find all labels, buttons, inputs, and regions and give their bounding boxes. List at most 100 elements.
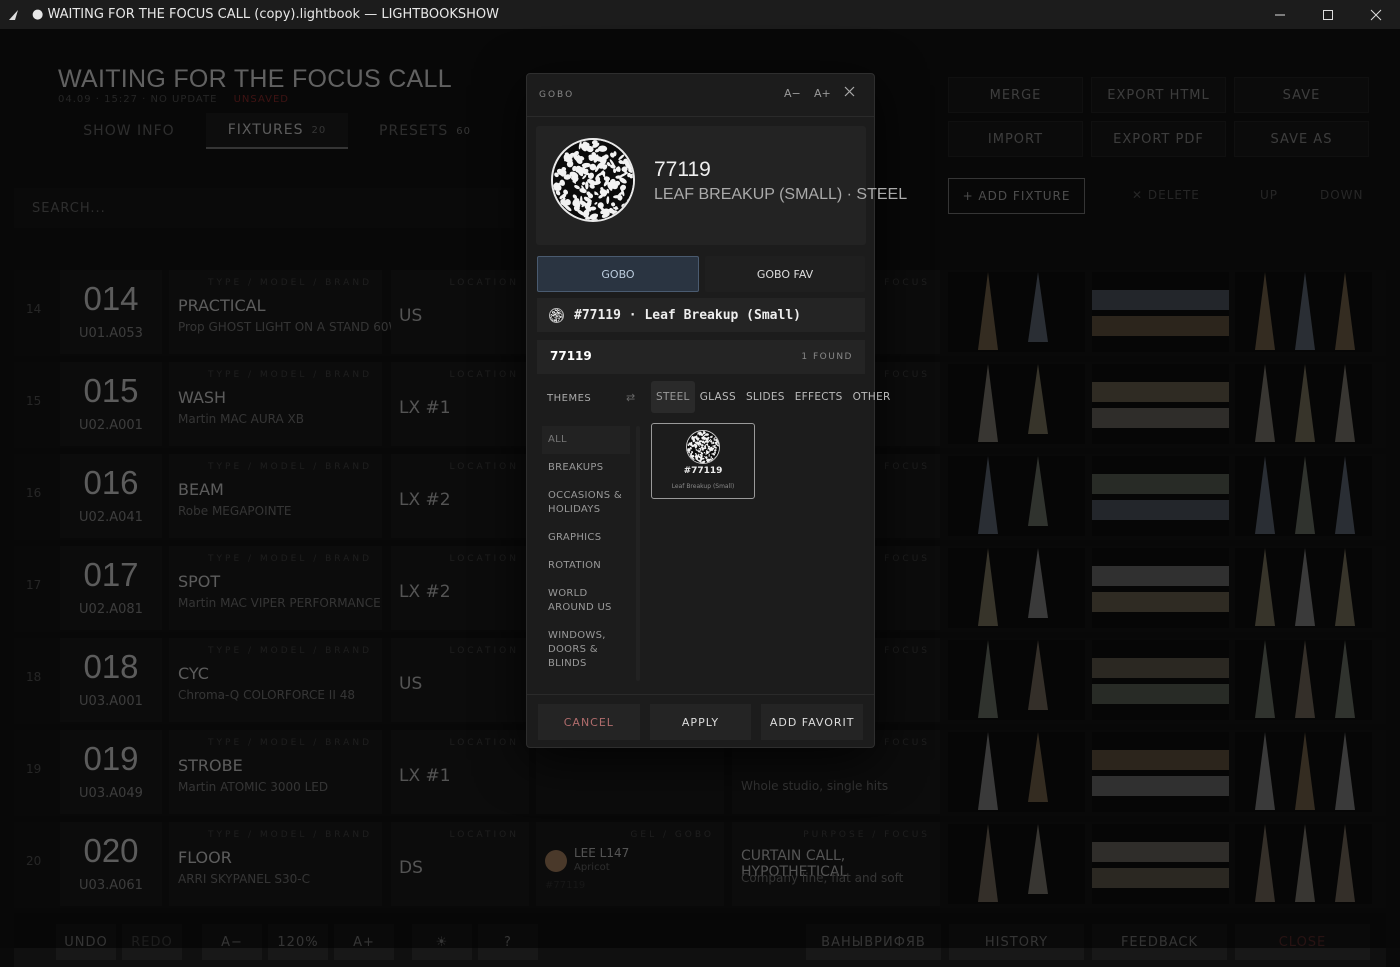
fixture-address: U01.A053: [60, 326, 162, 341]
undo-button[interactable]: UNDO: [56, 924, 116, 960]
fixture-type-card[interactable]: TYPE / MODEL / BRANDPRACTICALProp GHOST …: [169, 270, 382, 354]
feedback-button[interactable]: FEEDBACK: [1092, 924, 1227, 960]
fixture-location-card[interactable]: LOCATIONUS: [391, 638, 529, 722]
fixture-location-card[interactable]: LOCATIONUS: [391, 270, 529, 354]
category-effects[interactable]: EFFECTS: [790, 381, 848, 413]
fixture-location-card[interactable]: LOCATIONDS: [391, 822, 529, 906]
export-pdf-button[interactable]: EXPORT PDF: [1091, 121, 1226, 157]
beam-preview-image: [1235, 456, 1372, 536]
close-button[interactable]: CLOSE: [1235, 924, 1370, 960]
category-other[interactable]: OTHER: [848, 381, 896, 413]
font-larger-button[interactable]: A+: [814, 87, 831, 100]
theme-scrollbar[interactable]: [636, 426, 640, 681]
fixture-type: WASH: [178, 388, 226, 407]
category-steel[interactable]: STEEL: [651, 381, 695, 413]
redo-button[interactable]: REDO: [122, 924, 182, 960]
theme-item-all[interactable]: ALL: [542, 426, 630, 454]
cancel-button[interactable]: CANCEL: [538, 704, 640, 740]
beam-preview-image: [1235, 824, 1372, 904]
type-label: TYPE / MODEL / BRAND: [208, 370, 372, 380]
fixture-type: PRACTICAL: [178, 296, 265, 315]
category-slides[interactable]: SLIDES: [741, 381, 790, 413]
export-html-button[interactable]: EXPORT HTML: [1091, 77, 1226, 113]
gobo-modal: GOBO A− A+ 77119 LEAF BREAKUP (SMALL) · …: [526, 73, 875, 748]
fixture-type: BEAM: [178, 480, 224, 499]
theme-item-rotation[interactable]: ROTATION: [542, 552, 630, 580]
font-smaller-button[interactable]: A−: [202, 924, 262, 960]
fixture-number-card: 014U01.A053: [60, 270, 162, 354]
fixture-purpose-card[interactable]: PURPOSE / FOCUSCURTAIN CALL, HYPOTHETICA…: [732, 822, 940, 906]
tab-gobo-fav[interactable]: GOBO FAV: [705, 256, 865, 292]
fixture-location-card[interactable]: LOCATION LX #2: [391, 454, 529, 538]
search-input[interactable]: SEARCH...: [14, 188, 514, 228]
beam-preview-image: [948, 732, 1085, 812]
beam-preview-image: [1092, 456, 1229, 536]
theme-item-world[interactable]: WORLD AROUND US: [542, 580, 630, 622]
gel-label: GEL / GOBO: [630, 830, 714, 840]
swap-icon[interactable]: ⇄: [626, 391, 635, 404]
location-label: LOCATION: [450, 278, 520, 288]
merge-button[interactable]: MERGE: [948, 77, 1083, 113]
type-label: TYPE / MODEL / BRAND: [208, 738, 372, 748]
app-logo-icon: [8, 8, 22, 22]
up-button[interactable]: UP: [1260, 188, 1278, 202]
tab-gobo[interactable]: GOBO: [537, 256, 699, 292]
fixture-number: 016: [60, 464, 162, 502]
tab-show-info[interactable]: SHOW INFO: [58, 113, 200, 149]
category-glass[interactable]: GLASS: [695, 381, 741, 413]
location-label: LOCATION: [450, 462, 520, 472]
fixture-number: 017: [60, 556, 162, 594]
gobo-result-tile[interactable]: #77119 Leaf Breakup (Small): [651, 423, 755, 499]
fixture-location: LX #2: [399, 490, 451, 510]
down-button[interactable]: DOWN: [1320, 188, 1364, 202]
fixture-type-card[interactable]: TYPE / MODEL / BRANDSPOTMartin MAC VIPER…: [169, 546, 382, 630]
beam-preview-image: [1235, 364, 1372, 444]
fixture-location-card[interactable]: LOCATIONLX #1: [391, 362, 529, 446]
help-button[interactable]: ?: [478, 924, 538, 960]
fixture-location: LX #2: [399, 582, 451, 602]
language-button[interactable]: ВАНЫВРИФЯВ: [806, 924, 941, 960]
delete-button[interactable]: ✕ DELETE: [1132, 188, 1200, 202]
close-icon[interactable]: [1352, 0, 1400, 29]
apply-button[interactable]: APPLY: [650, 704, 752, 740]
import-button[interactable]: IMPORT: [948, 121, 1083, 157]
add-fixture-button[interactable]: + ADD FIXTURE: [948, 178, 1085, 214]
theme-item-windows[interactable]: WINDOWS, DOORS & BLINDS: [542, 622, 630, 678]
font-smaller-button[interactable]: A−: [784, 87, 801, 100]
theme-item-occasions[interactable]: OCCASIONS & HOLIDAYS: [542, 482, 630, 524]
fixture-number: 018: [60, 648, 162, 686]
main-tabs: SHOW INFO FIXTURES20 PRESETS60: [58, 113, 496, 149]
save-button[interactable]: SAVE: [1234, 77, 1369, 113]
font-larger-button[interactable]: A+: [334, 924, 394, 960]
fixture-model: Martin ATOMIC 3000 LED: [178, 780, 328, 794]
fixture-gel-card[interactable]: GEL / GOBOLEE L147Apricot#77119: [536, 822, 724, 906]
fixture-type-card[interactable]: TYPE / MODEL / BRANDWASHMartin MAC AURA …: [169, 362, 382, 446]
fixture-type-card[interactable]: TYPE / MODEL / BRANDBEAMRobe MEGAPOINTE: [169, 454, 382, 538]
row-index: 16: [26, 486, 41, 500]
fixture-location: LX #1: [399, 766, 451, 786]
show-title: WAITING FOR THE FOCUS CALL: [58, 65, 452, 94]
history-button[interactable]: HISTORY: [949, 924, 1084, 960]
tab-presets[interactable]: PRESETS60: [354, 113, 496, 149]
theme-item-breakups[interactable]: BREAKUPS: [542, 454, 630, 482]
fixture-type: STROBE: [178, 756, 243, 775]
fixture-type-card[interactable]: TYPE / MODEL / BRAND STROBE Martin ATOMIC …: [169, 730, 382, 814]
add-favorite-button[interactable]: ADD FAVORIT: [761, 704, 863, 740]
theme-item-graphics[interactable]: GRAPHICS: [542, 524, 630, 552]
theme-toggle-icon[interactable]: ☀: [412, 924, 472, 960]
tab-fixtures[interactable]: FIXTURES20: [206, 113, 348, 149]
fixture-type: CYC: [178, 664, 209, 683]
beam-preview-image: [1092, 824, 1229, 904]
fixture-location-card[interactable]: LOCATIONLX #1: [391, 730, 529, 814]
save-as-button[interactable]: SAVE AS: [1234, 121, 1369, 157]
maximize-icon[interactable]: [1304, 0, 1352, 29]
fixture-location-card[interactable]: LOCATIONLX #2: [391, 546, 529, 630]
close-icon[interactable]: [844, 86, 855, 100]
fixture-type-card[interactable]: TYPE / MODEL / BRANDCYCChroma-Q COLORFOR…: [169, 638, 382, 722]
table-row[interactable]: 20020U03.A061TYPE / MODEL / BRANDFLOORAR…: [14, 822, 1386, 908]
gobo-search-input[interactable]: 77119 1 FOUND: [537, 340, 865, 374]
minimize-icon[interactable]: [1256, 0, 1304, 29]
search-query: 77119: [550, 349, 592, 363]
type-label: TYPE / MODEL / BRAND: [208, 830, 372, 840]
fixture-type-card[interactable]: TYPE / MODEL / BRANDFLOORARRI SKYPANEL S…: [169, 822, 382, 906]
